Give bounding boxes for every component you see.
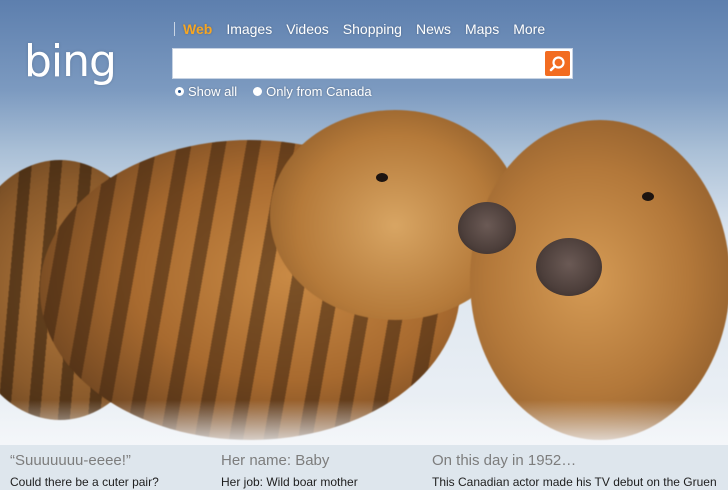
boar-eye-right [642,192,654,201]
search-scope-options: Show all Only from Canada [175,84,388,99]
nav-item-news[interactable]: News [416,21,451,37]
boar-eye-left [376,173,388,182]
search-input[interactable] [177,52,541,77]
hotspot-panel-3[interactable]: On this day in 1952… This Canadian actor… [432,452,728,490]
hotspot-text[interactable]: This Canadian actor made his TV debut on… [432,474,728,490]
boar-piglet-right [470,120,728,440]
hotspot-bar: “Suuuuuuu-eeee!” Could there be a cuter … [0,445,728,490]
boar-snout-right [536,238,602,296]
bing-logo[interactable]: bing [24,40,117,84]
top-nav: Web Images Videos Shopping News Maps Mor… [174,20,559,38]
nav-item-videos[interactable]: Videos [286,21,329,37]
nav-separator [174,22,175,36]
hotspot-text[interactable]: Her job: Wild boar mother [221,474,358,490]
hotspot-title: Her name: Baby [221,452,330,469]
hotspot-title: On this day in 1952… [432,452,577,469]
search-icon [549,56,565,72]
nav-item-maps[interactable]: Maps [465,21,499,37]
nav-item-images[interactable]: Images [226,21,272,37]
radio-show-all[interactable] [175,87,184,96]
hotspot-text[interactable]: Could there be a cuter pair? [10,474,159,490]
option-show-all-label: Show all [188,84,238,99]
search-box [172,48,573,79]
hotspot-panel-1[interactable]: “Suuuuuuu-eeee!” Could there be a cuter … [10,452,159,490]
nav-item-more[interactable]: More [513,21,545,37]
option-only-canada-label: Only from Canada [266,84,372,99]
nav-item-web[interactable]: Web [183,21,212,37]
option-show-all[interactable]: Show all [175,84,237,99]
hotspot-title: “Suuuuuuu-eeee!” [10,452,131,469]
boar-snout-left [458,202,516,254]
search-button[interactable] [545,51,570,76]
nav-item-shopping[interactable]: Shopping [343,21,402,37]
bing-homepage: Web Images Videos Shopping News Maps Mor… [0,0,728,490]
radio-only-canada[interactable] [253,87,263,96]
snow-ground [0,400,728,445]
hotspot-panel-2[interactable]: Her name: Baby Her job: Wild boar mother [221,452,358,490]
option-only-canada[interactable]: Only from Canada [253,84,372,99]
